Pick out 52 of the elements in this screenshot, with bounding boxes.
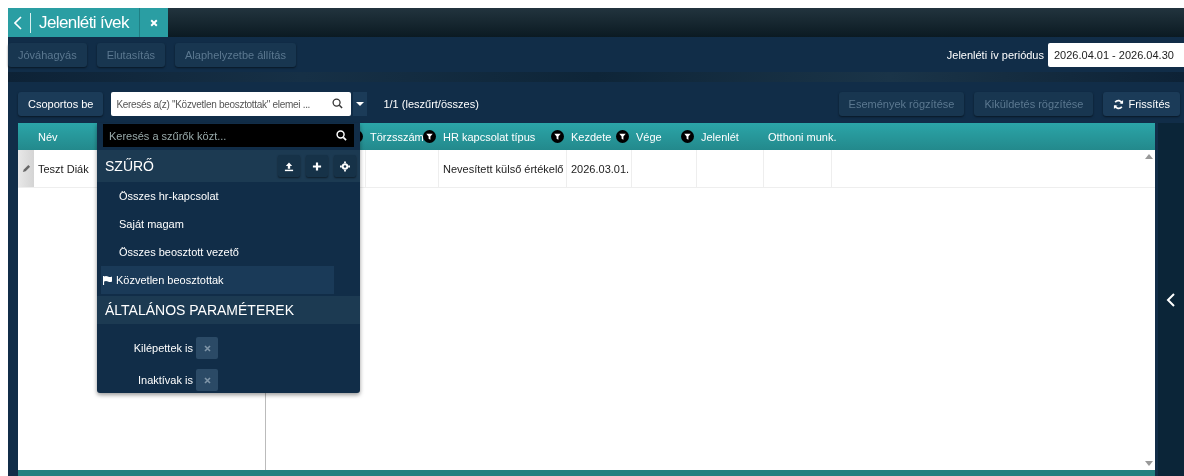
table-cell-text: Teszt Diák xyxy=(37,161,89,177)
side-panel-toggle[interactable] xyxy=(1158,123,1184,476)
cross-icon[interactable] xyxy=(203,376,211,384)
pencil-icon[interactable] xyxy=(21,164,31,173)
cross-icon[interactable] xyxy=(203,344,211,352)
filter-icon[interactable] xyxy=(551,130,564,143)
icon-button[interactable] xyxy=(306,155,328,177)
section-title: ÁLTALÁNOS PARAMÉTEREK xyxy=(105,302,296,318)
caret-icon[interactable] xyxy=(356,101,365,107)
column-header[interactable]: Törzsszám xyxy=(366,123,439,150)
icon-button[interactable] xyxy=(278,155,300,177)
filter-item[interactable]: Összes hr-kapcsolat xyxy=(101,182,334,210)
refresh-icon xyxy=(1113,98,1125,110)
filter-item[interactable]: Saját magam xyxy=(101,210,334,238)
scroll-down-icon[interactable] xyxy=(1145,461,1153,466)
period-label: Jelenléti ív periódus xyxy=(946,48,1044,61)
back-icon[interactable] xyxy=(14,15,22,30)
settings-icon[interactable] xyxy=(340,160,350,172)
search-field[interactable]: Keresés a szűrők közt... xyxy=(103,124,354,147)
upload-icon[interactable] xyxy=(284,160,294,172)
column-header[interactable]: HR kapcsolat típus xyxy=(439,123,567,150)
filter-item[interactable]: Közvetlen beosztottak xyxy=(101,266,334,294)
column-header[interactable]: Vége xyxy=(632,123,697,150)
scroll-up-icon[interactable] xyxy=(1145,154,1153,159)
column-header[interactable]: Kezdete xyxy=(567,123,632,150)
tab[interactable]: Jelenléti ívek xyxy=(8,8,139,37)
edit-button[interactable] xyxy=(18,150,34,187)
column-header[interactable]: Jelenlét xyxy=(697,123,764,150)
section-title: SZŰRŐ xyxy=(105,158,155,174)
search-icon[interactable] xyxy=(336,130,347,141)
table-cell: 2026.03.01. xyxy=(567,150,632,187)
period-select[interactable]: 2026.04.01 - 2026.04.30 xyxy=(1048,42,1184,67)
flag-icon xyxy=(103,275,113,285)
search-icon[interactable] xyxy=(332,98,344,109)
toggle-button[interactable] xyxy=(196,337,218,359)
dropdown-button[interactable] xyxy=(353,92,368,116)
record-count: 1/1 (leszűrt/összes) xyxy=(383,98,480,110)
action-button[interactable]: Frissítés xyxy=(1103,92,1180,116)
group-button[interactable]: Csoportos be xyxy=(18,92,104,116)
filter-item[interactable]: Összes beosztott vezető xyxy=(101,238,334,266)
plus-icon[interactable] xyxy=(312,160,322,172)
filter-icon[interactable] xyxy=(423,130,436,143)
search-field[interactable]: Keresés a(z) "Közvetlen beosztottak" elemei ... xyxy=(111,92,352,116)
chevron-icon[interactable] xyxy=(1166,292,1176,307)
filter-icon[interactable] xyxy=(616,130,629,143)
table-cell: Nevesített külső értékelő xyxy=(439,150,567,187)
close-button[interactable] xyxy=(138,8,168,37)
icon-button[interactable] xyxy=(334,155,356,177)
toggle-label: Inaktívak is xyxy=(137,374,193,386)
toggle-label: Kilépettek is xyxy=(133,342,193,354)
toggle-button[interactable] xyxy=(196,369,218,391)
filter-icon[interactable] xyxy=(681,130,694,143)
